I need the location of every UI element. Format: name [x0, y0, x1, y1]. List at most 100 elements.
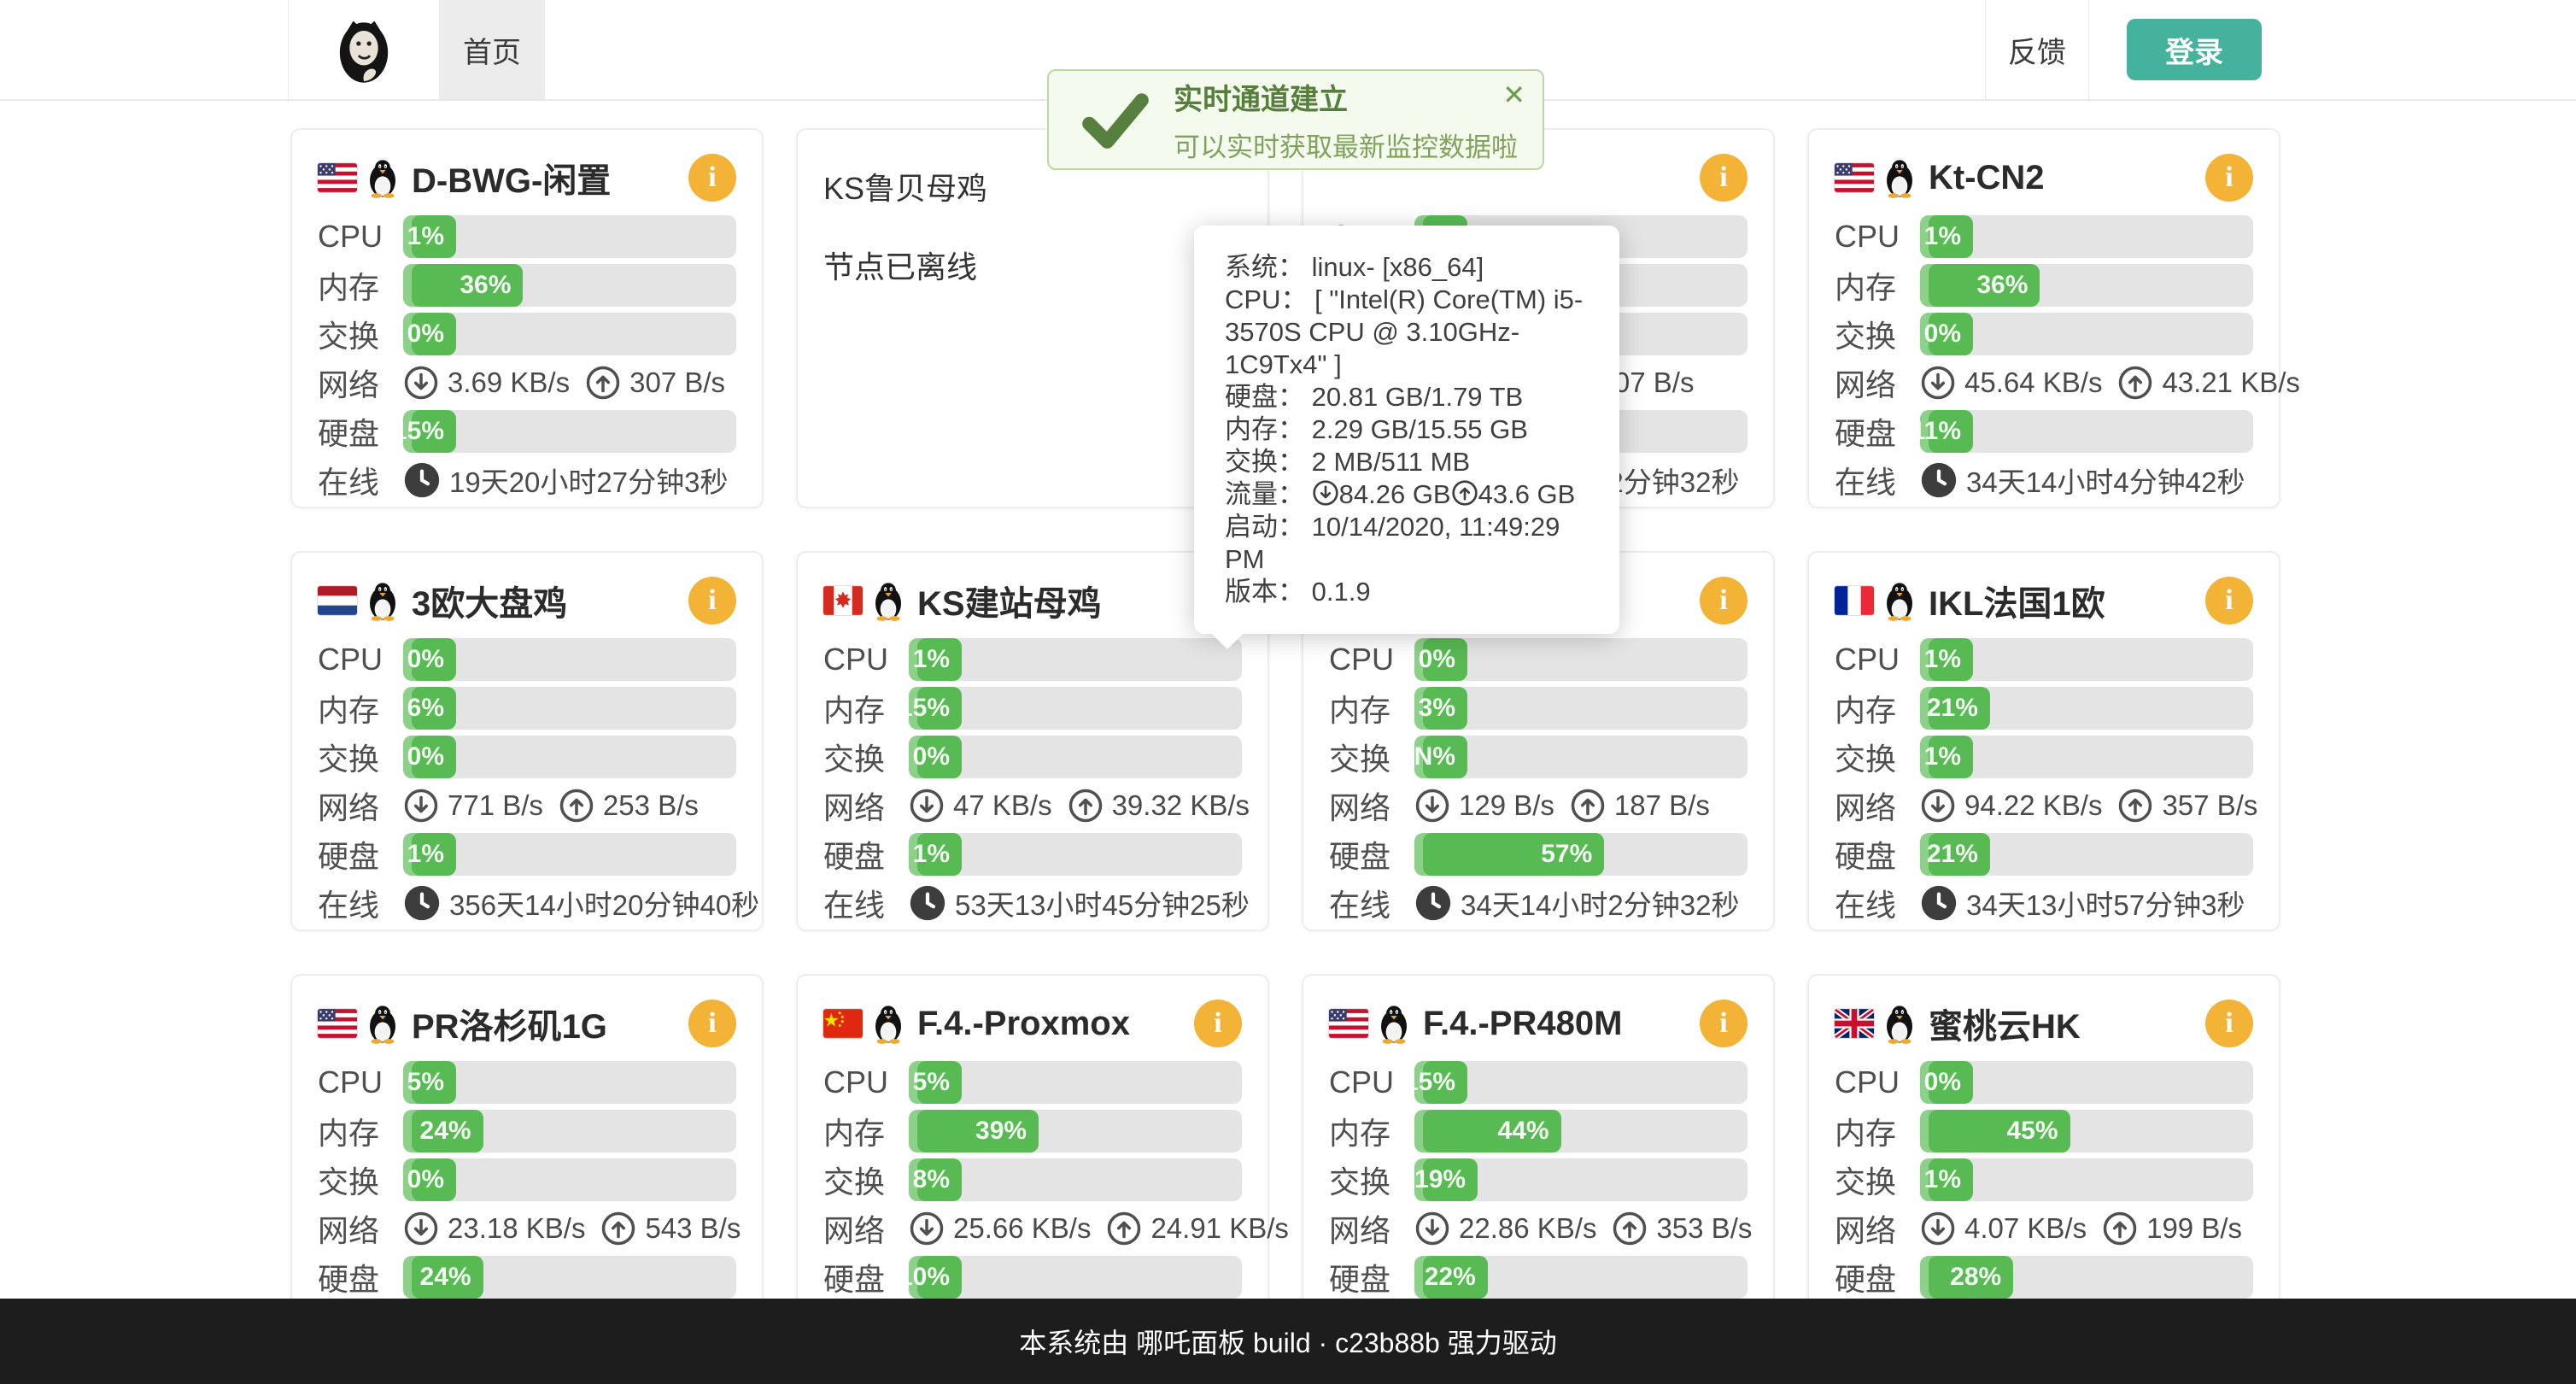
info-icon[interactable]: i — [688, 1000, 736, 1047]
memory-percent: 39% — [975, 1117, 1039, 1146]
cpu-row: CPU 1% — [823, 638, 1242, 681]
download-speed: 22.86 KB/s — [1459, 1212, 1596, 1245]
swap-usage-bar: 1% — [1920, 1158, 2253, 1201]
toast-close-icon[interactable]: ✕ — [1502, 81, 1525, 108]
server-card: Kt-CN2 i CPU 1% 内存 36% 交换 0% 网络 — [1807, 128, 2280, 508]
clock-icon — [1920, 461, 1958, 499]
stat-label-memory: 内存 — [318, 1109, 403, 1153]
info-icon[interactable]: i — [1700, 577, 1748, 625]
stat-label-memory: 内存 — [823, 1109, 909, 1153]
card-header: IKL法国1欧 i — [1835, 573, 2253, 628]
card-header: Kt-CN2 i — [1835, 150, 2253, 205]
logo-avatar-icon — [326, 12, 401, 87]
online-duration: 356天14小时20分钟40秒 — [403, 883, 759, 924]
swap-usage-bar: 0% — [403, 313, 736, 355]
online-duration: 34天13小时57分钟3秒 — [1920, 883, 2245, 924]
download-icon — [1920, 1211, 1956, 1246]
stat-label-memory: 内存 — [1835, 1109, 1920, 1153]
clock-icon — [403, 461, 441, 499]
cpu-percent: 5% — [407, 1068, 456, 1097]
upload-speed: 353 B/s — [1656, 1212, 1752, 1245]
stat-label-network: 网络 — [1329, 783, 1414, 828]
stat-label-network: 网络 — [823, 1206, 909, 1251]
stat-label-disk: 硬盘 — [1329, 832, 1414, 877]
server-name: PR洛杉矶1G — [412, 999, 688, 1048]
country-flag-icon — [1835, 163, 1874, 192]
info-icon[interactable]: i — [1700, 1000, 1748, 1047]
stat-label-disk: 硬盘 — [1329, 1255, 1414, 1299]
uptime-text: 356天14小时20分钟40秒 — [449, 883, 759, 924]
tab-home-label: 首页 — [463, 29, 521, 71]
server-name: IKL法国1欧 — [1929, 576, 2205, 625]
download-speed: 3.69 KB/s — [448, 367, 570, 399]
swap-usage-bar: 19% — [1414, 1158, 1748, 1201]
login-button[interactable]: 登录 — [2127, 19, 2262, 80]
stat-label-memory: 内存 — [823, 686, 909, 730]
stat-label-memory: 内存 — [1329, 1109, 1414, 1153]
stat-label-swap: 交换 — [318, 312, 403, 356]
stat-label-disk: 硬盘 — [318, 832, 403, 877]
upload-icon — [2117, 365, 2153, 401]
memory-usage-bar: 39% — [909, 1110, 1242, 1152]
stat-label-network: 网络 — [1329, 1206, 1414, 1251]
toast-title: 实时通道建立 — [1174, 76, 1518, 118]
network-row: 网络 25.66 KB/s 24.91 KB/s — [823, 1207, 1242, 1250]
info-icon[interactable]: i — [688, 577, 736, 625]
disk-row: 硬盘 15% — [318, 410, 736, 453]
upload-speed: 543 B/s — [645, 1212, 741, 1245]
info-icon[interactable]: i — [2205, 1000, 2253, 1047]
upload-icon — [600, 1211, 636, 1246]
linux-os-icon — [366, 1003, 400, 1044]
footer-text[interactable]: 本系统由 哪吒面板 build · c23b88b 强力驱动 — [1019, 1322, 1557, 1361]
swap-row: 交换 19% — [1329, 1158, 1748, 1201]
upload-icon — [1451, 479, 1478, 507]
info-icon[interactable]: i — [2205, 154, 2253, 202]
download-speed: 23.18 KB/s — [448, 1212, 585, 1245]
disk-percent: 22% — [1425, 1263, 1488, 1292]
country-flag-icon — [1835, 586, 1874, 615]
cpu-percent: 0% — [1924, 1068, 1973, 1097]
card-header: F.4.-Proxmox i — [823, 996, 1242, 1051]
memory-usage-bar: 24% — [403, 1110, 736, 1152]
server-name: KS建站母鸡 — [917, 576, 1194, 625]
cpu-usage-bar: 0% — [403, 638, 736, 681]
network-row: 网络 4.07 KB/s 199 B/s — [1835, 1207, 2253, 1250]
upload-speed: 39.32 KB/s — [1112, 789, 1250, 822]
stat-label-network: 网络 — [318, 783, 403, 828]
stat-label-online: 在线 — [1329, 881, 1414, 925]
stat-label-online: 在线 — [318, 881, 403, 925]
info-icon[interactable]: i — [2205, 577, 2253, 625]
disk-percent: 57% — [1541, 840, 1604, 869]
info-icon[interactable]: i — [1194, 1000, 1242, 1047]
linux-os-icon — [871, 580, 905, 621]
stat-label-memory: 内存 — [1329, 686, 1414, 730]
stat-label-online: 在线 — [318, 458, 403, 502]
cpu-percent: 1% — [407, 222, 456, 251]
feedback-link[interactable]: 反馈 — [1985, 0, 2089, 99]
memory-percent: 36% — [1976, 271, 2040, 300]
stat-label-disk: 硬盘 — [1835, 409, 1920, 454]
server-card: F.4.-PR480M i CPU 15% 内存 44% 交换 19% 网络 — [1302, 974, 1775, 1354]
memory-usage-bar: 21% — [1920, 687, 2253, 730]
network-row: 网络 45.64 KB/s 43.21 KB/s — [1835, 361, 2253, 404]
swap-usage-bar: 8% — [909, 1158, 1242, 1201]
upload-icon — [559, 788, 594, 824]
footer-bar: 本系统由 哪吒面板 build · c23b88b 强力驱动 — [0, 1299, 2576, 1384]
cpu-row: CPU 0% — [1835, 1061, 2253, 1104]
disk-usage-bar: 10% — [909, 1256, 1242, 1299]
disk-percent: 1% — [913, 840, 962, 869]
tab-home[interactable]: 首页 — [439, 0, 545, 99]
info-icon[interactable]: i — [688, 154, 736, 202]
linux-os-icon — [871, 1003, 905, 1044]
swap-row: 交换 8% — [823, 1158, 1242, 1201]
swap-usage-bar: 0% — [909, 736, 1242, 778]
info-icon[interactable]: i — [1700, 154, 1748, 202]
stat-label-online: 在线 — [1835, 458, 1920, 502]
site-logo[interactable] — [288, 0, 440, 99]
card-header: KS建站母鸡 i — [823, 573, 1242, 628]
disk-percent: 1% — [407, 840, 456, 869]
cpu-usage-bar: 0% — [1920, 1061, 2253, 1104]
upload-icon — [1068, 788, 1104, 824]
server-card: D-BWG-闲置 i CPU 1% 内存 36% 交换 0% 网络 — [290, 128, 764, 508]
disk-percent: 28% — [1950, 1263, 2013, 1292]
